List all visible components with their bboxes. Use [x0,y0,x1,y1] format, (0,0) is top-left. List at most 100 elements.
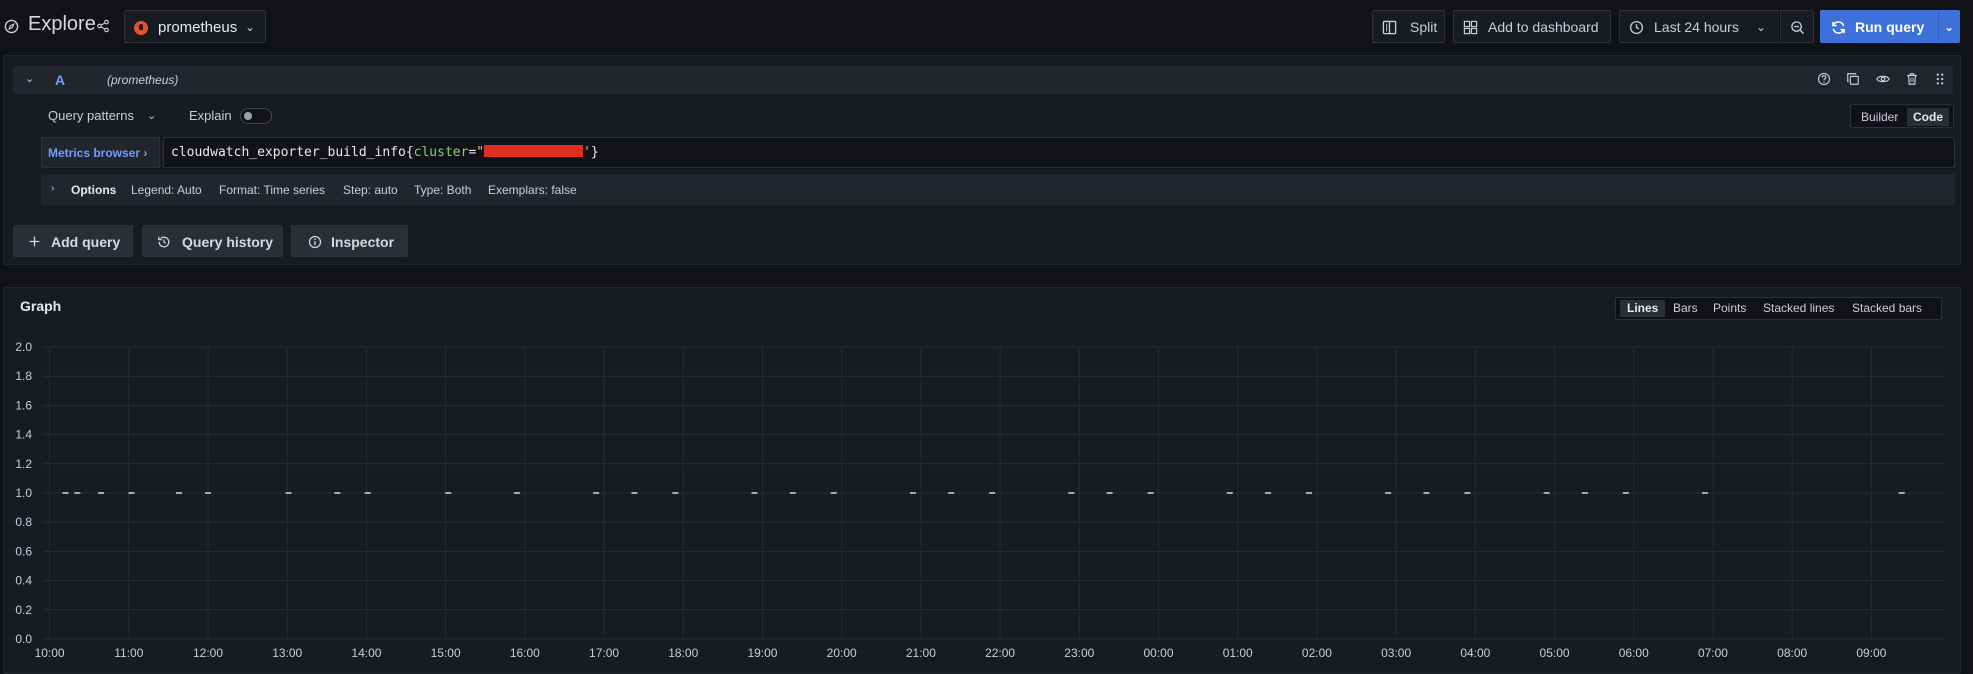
graph-style-stacked-bars[interactable]: Stacked bars [1845,300,1929,317]
options-title: Options [71,183,117,197]
chevron-down-icon: ⌄ [245,20,256,34]
option-exemplars: Exemplars: false [488,183,577,197]
zoom-out-button[interactable] [1780,10,1814,43]
zoom-out-icon [1791,21,1805,35]
dashboard-icon [1463,20,1478,35]
info-icon [308,235,322,249]
add-to-dashboard-button[interactable]: Add to dashboard [1453,10,1611,43]
query-row-actions [1805,72,1946,89]
eye-icon[interactable] [1875,72,1890,86]
x-tick-label: 02:00 [1302,646,1332,660]
x-tick-label: 09:00 [1856,646,1886,660]
query-datasource-hint: (prometheus) [107,73,179,87]
x-tick-label: 06:00 [1619,646,1649,660]
graph-style-points[interactable]: Points [1706,300,1753,317]
graph-panel: Graph Lines Bars Points Stacked lines Stacke… [3,287,1961,674]
x-tick-label: 15:00 [431,646,461,660]
y-tick-label: 1.4 [15,428,32,442]
graph-title: Graph [20,298,62,314]
query-editor-panel: ⌄ A (prometheus) Query patterns ⌄ Explai… [3,55,1961,265]
expr-label-name: cluster [413,145,469,160]
trash-icon[interactable] [1905,72,1919,86]
graph-style-bars[interactable]: Bars [1666,300,1705,317]
duplicate-icon[interactable] [1846,72,1860,86]
x-tick-label: 21:00 [906,646,936,660]
help-icon[interactable] [1817,72,1831,86]
time-series-graph[interactable]: 0.0 0.2 0.4 0.6 0.8 1.0 1.2 1.4 1.6 1.8 2.0 10:00 11… [4,328,1960,674]
y-tick-label: 1.6 [15,398,32,412]
explain-toggle[interactable] [240,108,272,124]
graph-style-lines[interactable]: Lines [1620,300,1666,317]
run-query-label: Run query [1855,19,1925,35]
query-options-row[interactable]: › Options Legend: Auto Format: Time seri… [41,174,1955,205]
page-title: Explore [28,13,96,35]
explain-label: Explain [189,108,232,123]
query-patterns-dropdown[interactable]: Query patterns [48,108,134,123]
mode-builder-option[interactable]: Builder [1855,108,1904,126]
chevron-right-icon: › [51,183,55,194]
time-range-picker[interactable]: Last 24 hours ⌄ [1619,10,1779,43]
y-tick-label: 1.2 [15,457,32,471]
expr-brace-open: { [405,145,414,160]
x-tick-label: 07:00 [1698,646,1728,660]
x-tick-label: 19:00 [747,646,777,660]
add-to-dashboard-label: Add to dashboard [1488,19,1599,35]
drag-handle-icon[interactable] [1935,72,1945,86]
y-tick-label: 0.2 [15,603,32,617]
chevron-down-icon: ⌄ [1756,20,1767,34]
expr-brace-close: } [590,145,599,160]
query-history-label: Query history [182,234,274,250]
split-label: Split [1410,19,1438,35]
y-tick-label: 0.4 [15,574,32,588]
share-icon[interactable] [96,19,110,33]
x-tick-label: 18:00 [668,646,698,660]
x-tick-label: 03:00 [1381,646,1411,660]
query-history-button[interactable]: Query history [142,225,283,257]
query-expression-input[interactable]: cloudwatch_exporter_build_info{cluster="… [163,137,1955,168]
add-query-button[interactable]: Add query [13,225,133,257]
query-row-header: ⌄ A (prometheus) [13,66,1953,94]
x-tick-label: 12:00 [193,646,223,660]
mode-code-option[interactable]: Code [1907,108,1949,126]
graph-style-stacked-lines[interactable]: Stacked lines [1756,300,1841,317]
refresh-icon [1832,21,1845,34]
x-tick-label: 04:00 [1460,646,1490,660]
query-ref-id[interactable]: A [55,72,65,88]
metrics-browser-button[interactable]: Metrics browser › [41,137,160,168]
x-tick-label: 20:00 [827,646,857,660]
redacted-value [484,145,584,157]
x-tick-label: 23:00 [1064,646,1094,660]
chevron-down-icon[interactable]: ⌄ [1944,20,1954,34]
collapse-chevron-icon[interactable]: ⌄ [25,72,34,85]
split-button[interactable]: Split [1372,10,1445,43]
prometheus-icon [134,21,148,35]
datasource-name: prometheus [158,19,238,36]
expr-quote-close: ' [583,145,591,160]
history-icon [158,236,170,248]
y-tick-label: 1.8 [15,369,32,383]
x-tick-label: 14:00 [351,646,381,660]
x-tick-label: 05:00 [1540,646,1570,660]
run-query-button[interactable]: Run query ⌄ [1820,10,1960,43]
compass-icon [4,19,19,34]
datasource-picker[interactable]: prometheus ⌄ [124,10,266,43]
x-tick-label: 10:00 [35,646,65,660]
add-query-label: Add query [51,234,121,250]
x-tick-label: 17:00 [589,646,619,660]
chevron-down-icon[interactable]: ⌄ [147,109,156,122]
x-tick-label: 22:00 [985,646,1015,660]
x-tick-label: 11:00 [114,646,143,660]
expr-quote-open: " [476,145,485,160]
split-icon [1382,20,1397,35]
y-tick-label: 0.6 [15,544,32,558]
time-range-label: Last 24 hours [1654,19,1739,35]
expr-metric: cloudwatch_exporter_build_info [171,145,406,160]
y-tick-label: 0.8 [15,515,32,529]
option-step: Step: auto [343,183,398,197]
x-tick-label: 01:00 [1223,646,1253,660]
x-tick-label: 00:00 [1144,646,1174,660]
plus-icon [29,236,40,247]
inspector-button[interactable]: Inspector [291,225,408,257]
option-format: Format: Time series [219,183,326,197]
metrics-browser-label: Metrics browser › [48,146,148,160]
